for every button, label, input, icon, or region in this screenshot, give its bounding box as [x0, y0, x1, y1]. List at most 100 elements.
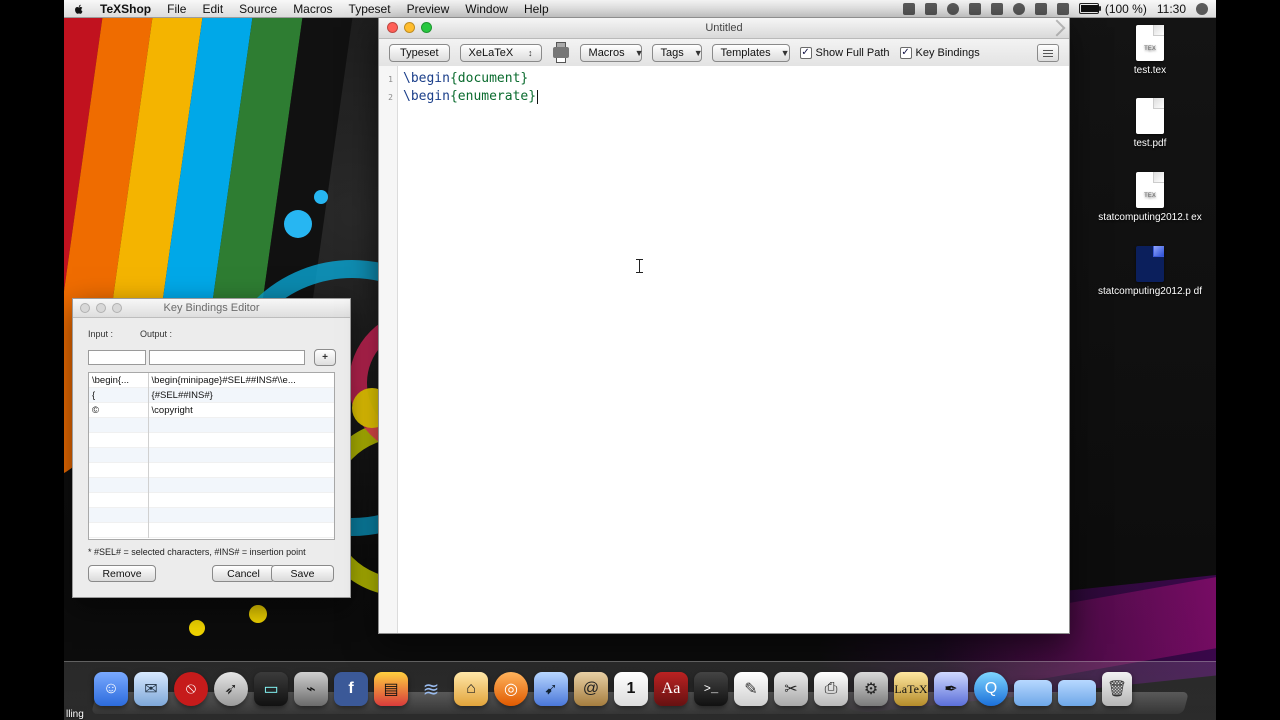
apple-menu-icon[interactable]	[72, 2, 86, 16]
panel-zoom-button[interactable]	[112, 303, 122, 313]
desktop-file-statcomputing-pdf[interactable]: statcomputing2012.p df	[1094, 246, 1206, 298]
table-row[interactable]	[89, 418, 334, 433]
display-icon[interactable]	[968, 2, 981, 15]
system-preferences-icon[interactable]: ⚙	[854, 672, 888, 706]
facebook-icon[interactable]: f	[334, 672, 368, 706]
desktop-file-test-pdf[interactable]: test.pdf	[1094, 98, 1206, 150]
menu-app-name[interactable]: TeXShop	[100, 2, 151, 16]
zoom-button[interactable]	[421, 22, 432, 33]
desktop-file-test-tex[interactable]: TEX test.tex	[1094, 25, 1206, 77]
table-row[interactable]	[89, 433, 334, 448]
desktop-file-label: test.tex	[1133, 65, 1167, 76]
quicktime-icon[interactable]: Q	[974, 672, 1008, 706]
menu-help[interactable]: Help	[524, 2, 549, 16]
key-bindings-toggle[interactable]: ✓ Key Bindings	[899, 46, 980, 59]
bird-icon[interactable]: ➹	[534, 672, 568, 706]
monitor-icon[interactable]: ▭	[254, 672, 288, 706]
trash-icon[interactable]: 🗑	[1102, 672, 1132, 706]
bindings-table[interactable]: \begin{... \begin{minipage}#SEL##INS#\\e…	[88, 372, 335, 540]
wifi-icon[interactable]	[946, 2, 959, 15]
table-row[interactable]	[89, 493, 334, 508]
menu-edit[interactable]: Edit	[202, 2, 223, 16]
binding-input-field[interactable]	[88, 350, 146, 365]
menu-macros[interactable]: Macros	[293, 2, 332, 16]
table-row[interactable]: \begin{... \begin{minipage}#SEL##INS#\\e…	[89, 373, 334, 388]
scissors-icon[interactable]: ✂	[774, 672, 808, 706]
table-row[interactable]: © \copyright	[89, 403, 334, 418]
window-titlebar[interactable]: Untitled	[379, 18, 1069, 39]
tags-popup[interactable]: Tags ▼	[651, 43, 703, 62]
dictionary-icon[interactable]: Aa	[654, 672, 688, 706]
rocket-icon[interactable]: ➶	[214, 672, 248, 706]
typeset-button[interactable]: Typeset	[389, 43, 450, 62]
flash-icon[interactable]	[990, 2, 1003, 15]
latex-argument: {document}	[449, 71, 529, 86]
table-row[interactable]: { {#SEL##INS#}	[89, 388, 334, 403]
code-text[interactable]: \begin{document} \begin{enumerate}	[403, 70, 539, 106]
panel-minimize-button[interactable]	[96, 303, 106, 313]
checkbox-icon[interactable]: ✓	[899, 46, 912, 59]
battery-status[interactable]: (100 %)	[1078, 2, 1147, 16]
wifi-icon[interactable]: ≋	[414, 672, 448, 706]
desktop-file-statcomputing-tex[interactable]: TEX statcomputing2012.t ex	[1094, 172, 1206, 224]
paint-splash	[314, 190, 328, 204]
table-row[interactable]	[89, 523, 334, 538]
volume-icon[interactable]	[1034, 2, 1047, 15]
pen-icon[interactable]: ✒	[934, 672, 968, 706]
menu-file[interactable]: File	[167, 2, 186, 16]
remove-button[interactable]: Remove	[88, 565, 156, 582]
iphoto-icon[interactable]: ⌂	[454, 672, 488, 706]
minimize-button[interactable]	[404, 22, 415, 33]
cancel-button[interactable]: Cancel	[212, 565, 275, 582]
tex-file-icon: TEX	[1136, 172, 1164, 208]
spotlight-search-icon[interactable]	[1196, 2, 1208, 15]
printer-icon[interactable]: ⎙	[814, 672, 848, 706]
network-icon[interactable]: ⌁	[294, 672, 328, 706]
contacts-icon[interactable]: @	[574, 672, 608, 706]
table-row[interactable]	[89, 478, 334, 493]
checkbox-icon[interactable]: ✓	[799, 46, 812, 59]
add-binding-button[interactable]: +	[314, 349, 336, 366]
binding-output-cell	[149, 418, 334, 433]
table-row[interactable]	[89, 463, 334, 478]
latex-text: LaTeX	[894, 681, 928, 696]
toolbar-options-icon[interactable]	[1037, 43, 1059, 62]
bluetooth-icon[interactable]	[1012, 2, 1025, 15]
tv-icon[interactable]: ▤	[374, 672, 408, 706]
finder-icon[interactable]: ☺	[94, 672, 128, 706]
panel-titlebar[interactable]: Key Bindings Editor	[73, 299, 350, 318]
menu-window[interactable]: Window	[465, 2, 508, 16]
macros-popup[interactable]: Macros ▼	[579, 43, 644, 62]
templates-popup[interactable]: Templates ▼	[711, 43, 790, 62]
table-row[interactable]	[89, 448, 334, 463]
firefox-icon[interactable]: ◎	[494, 672, 528, 706]
print-icon[interactable]	[552, 42, 570, 63]
calendar-icon[interactable]: 1	[614, 672, 648, 706]
mail-icon[interactable]: ✉	[134, 672, 168, 706]
fullscreen-icon[interactable]	[1048, 19, 1066, 37]
dock: ☺ ✉ ⦸ ➶ ▭ ⌁ f ▤ ≋ ⌂ ◎ ➹ @ 1 Aa >_ ✎ ✂ ⎙ …	[64, 661, 1216, 720]
terminal-icon[interactable]: >_	[694, 672, 728, 706]
table-row[interactable]	[89, 508, 334, 523]
time-machine-icon[interactable]	[902, 2, 915, 15]
source-editor[interactable]: 1 2 \begin{document} \begin{enumerate}	[379, 66, 1069, 633]
folder-icon[interactable]	[1014, 680, 1052, 706]
lock-icon[interactable]	[924, 2, 937, 15]
menu-typeset[interactable]: Typeset	[349, 2, 391, 16]
show-full-path-toggle[interactable]: ✓ Show Full Path	[799, 46, 890, 59]
folder-icon[interactable]	[1058, 680, 1096, 706]
save-button[interactable]: Save	[271, 565, 334, 582]
menu-clock[interactable]: 11:30	[1157, 2, 1186, 16]
binding-output-field[interactable]	[149, 350, 305, 365]
menu-preview[interactable]: Preview	[407, 2, 450, 16]
panel-close-button[interactable]	[80, 303, 90, 313]
engine-select[interactable]: XeLaTeX ↕	[459, 43, 542, 62]
pages-icon[interactable]: ✎	[734, 672, 768, 706]
close-button[interactable]	[387, 22, 398, 33]
no-entry-icon[interactable]: ⦸	[174, 672, 208, 706]
dock-icons: ☺ ✉ ⦸ ➶ ▭ ⌁ f ▤ ≋ ⌂ ◎ ➹ @ 1 Aa >_ ✎ ✂ ⎙ …	[94, 672, 1132, 706]
input-flag-icon[interactable]	[1056, 2, 1069, 15]
latex-icon[interactable]: LaTeX	[894, 672, 928, 706]
binding-output-cell	[149, 463, 334, 478]
menu-source[interactable]: Source	[239, 2, 277, 16]
